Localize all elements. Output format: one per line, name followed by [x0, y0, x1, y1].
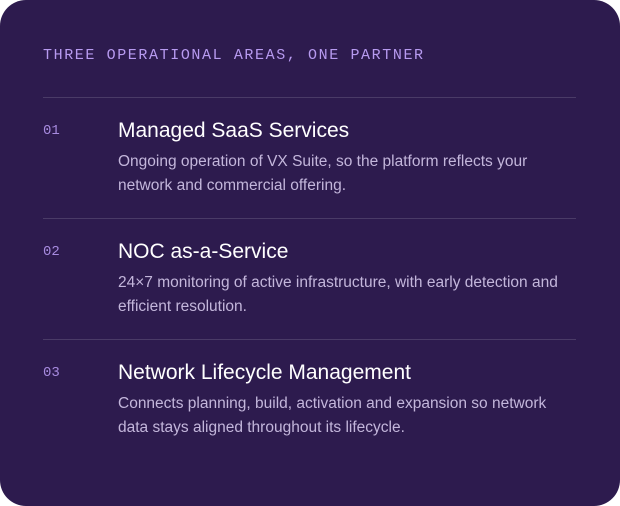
services-list: 01 Managed SaaS Services Ongoing operati…: [43, 97, 576, 460]
item-content: Network Lifecycle Management Connects pl…: [118, 360, 576, 440]
item-title: Network Lifecycle Management: [118, 361, 411, 384]
list-item-network-lifecycle: 03 Network Lifecycle Management Connects…: [43, 339, 576, 460]
item-number: 01: [43, 123, 60, 139]
item-title: Managed SaaS Services: [118, 119, 350, 142]
item-description: Ongoing operation of VX Suite, so the pl…: [118, 153, 528, 194]
item-title: NOC as-a-Service: [118, 240, 289, 263]
item-description: 24×7 monitoring of active infrastructure…: [118, 274, 558, 315]
services-card: THREE OPERATIONAL AREAS, ONE PARTNER 01 …: [0, 0, 620, 506]
item-content: Managed SaaS Services Ongoing operation …: [118, 118, 576, 198]
section-eyebrow: THREE OPERATIONAL AREAS, ONE PARTNER: [43, 47, 425, 64]
item-description: Connects planning, build, activation and…: [118, 395, 547, 436]
list-item-noc-as-a-service: 02 NOC as-a-Service 24×7 monitoring of a…: [43, 218, 576, 339]
item-number: 02: [43, 244, 60, 260]
item-number: 03: [43, 365, 60, 381]
list-item-managed-saas: 01 Managed SaaS Services Ongoing operati…: [43, 97, 576, 218]
item-content: NOC as-a-Service 24×7 monitoring of acti…: [118, 239, 576, 319]
